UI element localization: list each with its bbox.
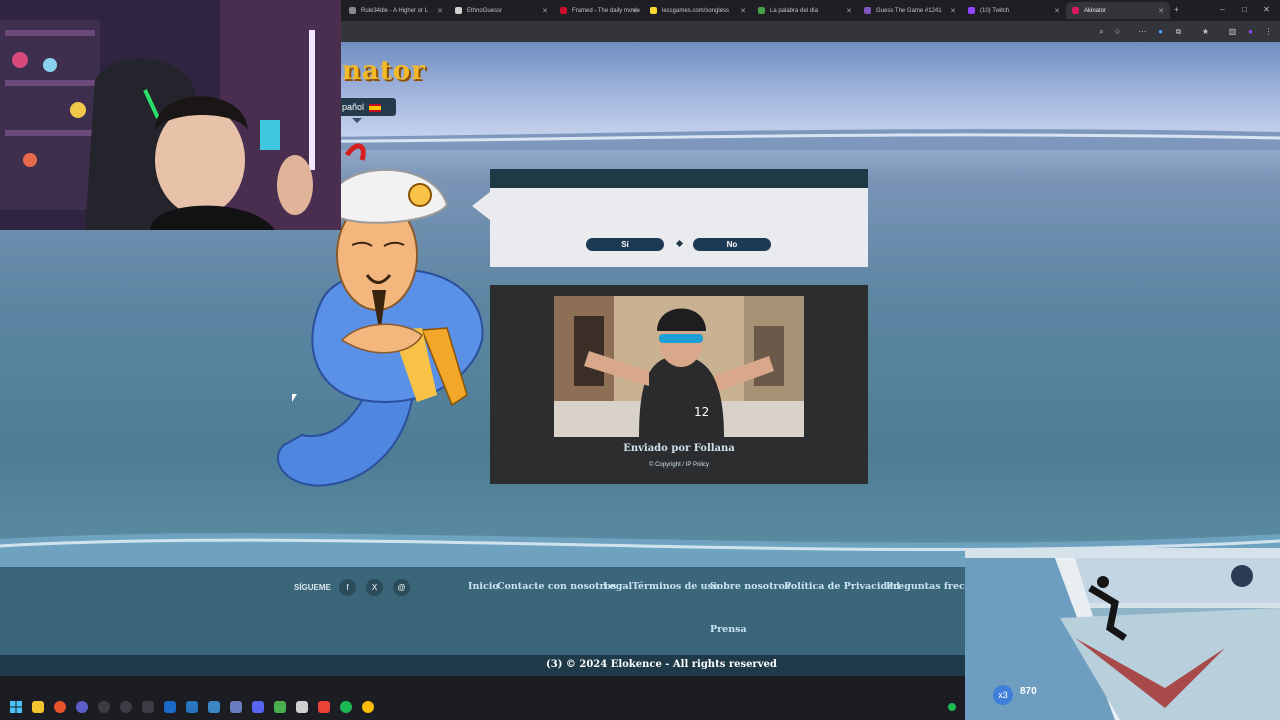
app-icon[interactable] [76, 701, 88, 713]
tab-songless[interactable]: lessgames.com/songless ✕ [644, 2, 752, 19]
multiplier-badge: x3 [993, 685, 1013, 705]
language-label: pañol [342, 102, 365, 112]
spain-flag-icon [368, 103, 381, 112]
rights-text: (3) © 2024 Elokence - All rights reserve… [546, 659, 777, 670]
svg-text:12: 12 [694, 405, 709, 419]
tab-favicon-icon [1072, 7, 1079, 14]
footer-link-terminos[interactable]: Términos de uso [632, 581, 719, 592]
submitted-by-label: Enviado por Follana [623, 443, 735, 454]
answer-no-button[interactable]: No [693, 238, 771, 251]
tab-twitch[interactable]: (10) Twitch ✕ [962, 2, 1066, 19]
tab-close-icon[interactable]: ✕ [542, 7, 548, 15]
tab-close-icon[interactable]: ✕ [846, 7, 852, 15]
footer-link-faq[interactable]: Preguntas frecue [886, 581, 978, 592]
file-explorer-icon[interactable] [32, 701, 44, 713]
facebook-icon[interactable]: f [339, 579, 356, 596]
footer-link-inicio[interactable]: Inicio [468, 581, 499, 592]
windows-start-icon[interactable] [10, 701, 22, 713]
copyright-policy-link[interactable]: © Copyright / IP Policy [490, 462, 868, 468]
tab-ethnoguessr[interactable]: EthnoGuessr ✕ [449, 2, 554, 19]
zoom-icon[interactable]: ⌕ [1097, 27, 1106, 36]
app-icon[interactable] [208, 701, 220, 713]
tab-guessthegame[interactable]: Guess The Game #1241 ✕ [858, 2, 962, 19]
footer-link-prensa[interactable]: Prensa [710, 624, 747, 635]
character-photo: 12 [554, 296, 804, 437]
character-image-card: 12 Enviado por Follana © Copyright / IP … [490, 285, 868, 484]
window-close-icon[interactable]: ✕ [1262, 5, 1271, 14]
tab-palabra[interactable]: La palabra del día ✕ [752, 2, 858, 19]
footer-link-sobre-nosotros[interactable]: Sobre nosotros [710, 581, 790, 592]
question-box: Sí No [490, 169, 868, 267]
extension-icon[interactable]: ⋯ [1138, 27, 1147, 36]
answer-yes-button[interactable]: Sí [586, 238, 664, 251]
steam-icon[interactable] [186, 701, 198, 713]
app-icon[interactable] [164, 701, 176, 713]
tray-spotify-icon[interactable] [948, 703, 956, 711]
tab-favicon-icon [650, 7, 657, 14]
question-box-header [490, 169, 868, 188]
maximize-icon[interactable]: □ [1240, 5, 1249, 14]
gameplay-overlay: x3 870 [965, 548, 1280, 720]
tab-close-icon[interactable]: ✕ [437, 7, 443, 15]
app-icon[interactable] [120, 701, 132, 713]
search-icon[interactable] [54, 701, 66, 713]
browser-menu-icon[interactable]: ⋮ [1264, 27, 1273, 36]
app-icon[interactable] [274, 701, 286, 713]
chrome-icon[interactable] [362, 701, 374, 713]
tab-akinator[interactable]: Akinator ✕ [1066, 2, 1170, 19]
tab-framed[interactable]: Framed - The daily movie ✕ [554, 2, 644, 19]
new-tab-icon[interactable]: + [1172, 5, 1181, 14]
follow-label: SÍGUEME [294, 583, 331, 592]
separator-diamond [675, 239, 684, 248]
app-icon[interactable] [296, 701, 308, 713]
tab-favicon-icon [968, 7, 975, 14]
tab-favicon-icon [560, 7, 567, 14]
sidebar-icon[interactable]: ▥ [1228, 27, 1237, 36]
bookmark-star-icon[interactable]: ☆ [1113, 27, 1122, 36]
language-selector[interactable]: pañol [340, 98, 396, 116]
discord-icon[interactable] [252, 701, 264, 713]
app-icon[interactable] [142, 701, 154, 713]
footer-link-legal[interactable]: Legal [603, 581, 632, 592]
app-icon[interactable] [318, 701, 330, 713]
minimize-icon[interactable]: – [1218, 5, 1227, 14]
tab-favicon-icon [864, 7, 871, 14]
chevron-down-icon [352, 118, 362, 123]
tab-favicon-icon [455, 7, 462, 14]
x-icon[interactable]: X [366, 579, 383, 596]
tab-close-icon[interactable]: ✕ [740, 7, 746, 15]
spotify-icon[interactable] [340, 701, 352, 713]
akinator-logo[interactable]: nator [342, 56, 426, 86]
app-icon[interactable] [98, 701, 110, 713]
bookmarks-icon[interactable]: ★ [1201, 27, 1210, 36]
profile-avatar-icon[interactable]: ● [1246, 27, 1255, 36]
tab-close-icon[interactable]: ✕ [1054, 7, 1060, 15]
tab-close-icon[interactable]: ✕ [1158, 7, 1164, 15]
tab-close-icon[interactable]: ✕ [950, 7, 956, 15]
footer-link-privacidad[interactable]: Política de Privacidad [784, 581, 900, 592]
mouse-cursor-icon [292, 394, 297, 402]
footer-link-contacto[interactable]: Contacte con nosotros [497, 581, 616, 592]
puzzle-icon[interactable]: ⧉ [1174, 27, 1183, 36]
speech-bubble-tail [472, 192, 490, 220]
threads-icon[interactable]: @ [393, 579, 410, 596]
tab-rule34dle[interactable]: Rule34dle - A Higher or L ✕ [343, 2, 449, 19]
app-icon[interactable] [230, 701, 242, 713]
streamer-webcam-overlay [0, 0, 341, 230]
score-text: 870 [1020, 686, 1037, 697]
tab-favicon-icon [349, 7, 356, 14]
tab-favicon-icon [758, 7, 765, 14]
tab-close-icon[interactable]: ✕ [632, 7, 638, 15]
extension-icon[interactable]: ● [1156, 27, 1165, 36]
